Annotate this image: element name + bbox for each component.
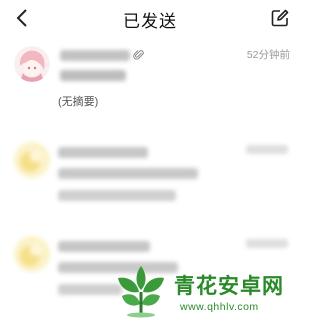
subject-blurred	[58, 168, 198, 179]
summary-blurred	[58, 190, 176, 201]
sender-name-blurred	[58, 241, 150, 252]
top-bar: 已发送	[0, 0, 300, 36]
time-blurred	[246, 239, 288, 248]
mail-time: 52分钟前	[246, 49, 290, 61]
mail-list-item[interactable]: 52分钟前 (无摘要)	[0, 46, 300, 132]
watermark: 青花安卓网 www.qhhlv.com	[108, 260, 300, 322]
page-title: 已发送	[123, 12, 177, 31]
avatar	[14, 142, 50, 178]
compose-button[interactable]	[266, 4, 294, 32]
watermark-text: 青花安卓网	[174, 274, 284, 298]
mail-summary: (无摘要)	[58, 96, 99, 108]
subject-blurred	[60, 70, 126, 81]
mail-list-item[interactable]	[0, 142, 300, 228]
watermark-logo	[118, 266, 164, 318]
time-blurred	[246, 145, 288, 154]
watermark-url: www.qhhlv.com	[180, 301, 259, 313]
attachment-icon	[133, 50, 144, 60]
avatar	[14, 236, 50, 272]
sender-name-blurred	[58, 147, 148, 158]
compose-icon	[271, 9, 289, 27]
sender-name-blurred	[60, 50, 130, 61]
avatar	[14, 46, 50, 82]
